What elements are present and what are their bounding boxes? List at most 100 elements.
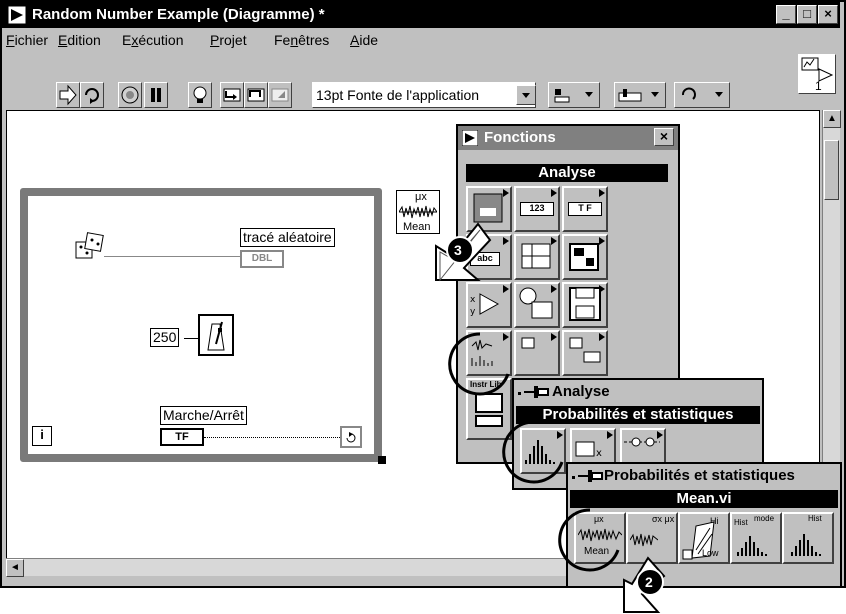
window-title: Random Number Example (Diagramme) * [32, 6, 325, 23]
palette-cell-cluster[interactable] [562, 234, 608, 280]
numeric-icon: 123 [520, 202, 554, 216]
functions-palette-title: Fonctions [484, 129, 556, 146]
palette-cell-instrument-io[interactable] [562, 330, 608, 376]
callout-circle-analysis [448, 332, 510, 396]
stop-label[interactable]: Marche/Arrêt [160, 406, 247, 425]
run-continuously-button[interactable] [80, 82, 104, 108]
stats-cell-histogram[interactable]: Hist [782, 512, 834, 564]
menu-aide[interactable]: Aide [350, 32, 378, 48]
palette-cell-array[interactable] [514, 234, 560, 280]
boolean-icon: T F [568, 202, 602, 216]
pushpin-dot-icon [518, 392, 521, 395]
font-dropdown-button[interactable] [516, 85, 536, 105]
labview-vi-icon [8, 6, 26, 24]
std-waveform-icon [630, 533, 658, 547]
iteration-terminal[interactable]: i [32, 426, 52, 446]
metronome-wait-icon[interactable] [198, 314, 236, 358]
palette-cell-time-dialog[interactable] [514, 282, 560, 328]
svg-text:y: y [470, 307, 476, 317]
statistics-palette-title-bar[interactable]: Probabilités et statistiques [568, 464, 840, 488]
palette-cell-file-io[interactable] [562, 282, 608, 328]
step-into-icon [223, 88, 241, 102]
callout-arrow-3 [435, 222, 492, 282]
menu-edition[interactable]: Edition [58, 32, 101, 48]
svg-text:x: x [470, 295, 476, 305]
graph-terminal[interactable]: DBL [240, 250, 284, 268]
analysis-palette-title-bar[interactable]: Analyse [514, 380, 762, 404]
step-out-button[interactable] [268, 82, 292, 108]
reorder-button[interactable] [674, 82, 730, 108]
stats-cell-mode[interactable]: Hist mode [730, 512, 782, 564]
font-selector[interactable]: 13pt Fonte de l'application [312, 82, 536, 108]
menu-projet[interactable]: Projet [210, 32, 247, 48]
callout-number-2: 2 [645, 574, 653, 590]
wait-constant[interactable]: 250 [150, 328, 180, 347]
palette-cell-boolean[interactable]: T F [562, 186, 608, 232]
stop-icon [121, 86, 139, 104]
chevron-down-icon [522, 93, 530, 98]
analysis-palette-title: Analyse [552, 383, 610, 400]
callout-circle-probability [502, 420, 564, 484]
close-button[interactable]: × [818, 5, 838, 24]
scroll-left-icon[interactable]: ◄ [6, 559, 24, 577]
run-arrow-icon [59, 84, 77, 106]
title-bar[interactable]: Random Number Example (Diagramme) * _ □ … [2, 2, 840, 28]
menu-fenetres[interactable]: Fenêtres [274, 32, 329, 48]
pause-button[interactable] [144, 82, 168, 108]
callout-number-3: 3 [454, 242, 462, 258]
stats-cell-histogram-hi-low[interactable]: Hi Low [678, 512, 730, 564]
stop-terminal[interactable]: TF [160, 428, 204, 446]
align-objects-button[interactable] [548, 82, 600, 108]
pushpin-icon[interactable] [578, 468, 604, 484]
statistics-palette-title: Probabilités et statistiques [604, 467, 795, 484]
palette-cell-comparison[interactable]: xy [466, 282, 512, 328]
step-out-icon [271, 88, 289, 102]
wait-wire [184, 338, 198, 339]
connector-number: 1 [815, 79, 822, 93]
step-over-icon [247, 88, 265, 102]
pushpin-dot-icon [572, 476, 575, 479]
mode-histogram-icon [737, 536, 767, 556]
palette-cell-numeric[interactable]: 123 [514, 186, 560, 232]
pushpin-icon[interactable] [524, 384, 550, 400]
dice-icon[interactable] [74, 232, 106, 264]
reorder-icon [682, 87, 723, 100]
distribute-objects-button[interactable] [614, 82, 666, 108]
minimize-button[interactable]: _ [776, 5, 796, 24]
distribute-icon [618, 89, 659, 102]
step-over-button[interactable] [244, 82, 268, 108]
mode-label: mode [754, 514, 775, 523]
vi-icon-connector[interactable]: 1 [798, 54, 836, 94]
mean-node-label: Mean [403, 221, 431, 233]
menu-bar: Fichier Edition Exécution Projet Fenêtre… [4, 30, 840, 52]
font-selector-value: 13pt Fonte de l'application [316, 87, 480, 103]
lightbulb-icon [193, 86, 207, 103]
loop-resize-handle[interactable] [378, 456, 386, 464]
pause-icon [151, 88, 161, 102]
histogram-label: Hist [808, 514, 822, 523]
abort-button[interactable] [118, 82, 142, 108]
functions-palette-title-bar[interactable]: Fonctions × [458, 126, 678, 150]
stop-wire [204, 437, 340, 438]
menu-execution[interactable]: Exécution [122, 32, 184, 48]
callout-circle-mean [558, 508, 620, 572]
mean-node-symbol: μx [415, 191, 427, 203]
run-continuously-icon [85, 88, 99, 104]
general-histogram-icon [791, 534, 821, 556]
run-button[interactable] [56, 82, 80, 108]
std-symbol: σx μx [652, 514, 675, 524]
menu-fichier[interactable]: Fichier [6, 32, 48, 48]
maximize-button[interactable]: □ [797, 5, 817, 24]
step-into-button[interactable] [220, 82, 244, 108]
conditional-terminal-icon[interactable] [340, 426, 362, 448]
palette-close-button[interactable]: × [654, 128, 674, 146]
scroll-up-icon[interactable]: ▲ [823, 110, 841, 128]
palette-cell-communication[interactable] [514, 330, 560, 376]
highlight-execution-button[interactable] [188, 82, 212, 108]
align-icon [554, 89, 593, 103]
palette-icon [462, 130, 478, 146]
graph-label[interactable]: tracé aléatoire [240, 228, 335, 247]
low-label: Low [702, 548, 719, 558]
random-wire [104, 256, 244, 257]
vertical-scroll-thumb[interactable] [824, 140, 839, 200]
